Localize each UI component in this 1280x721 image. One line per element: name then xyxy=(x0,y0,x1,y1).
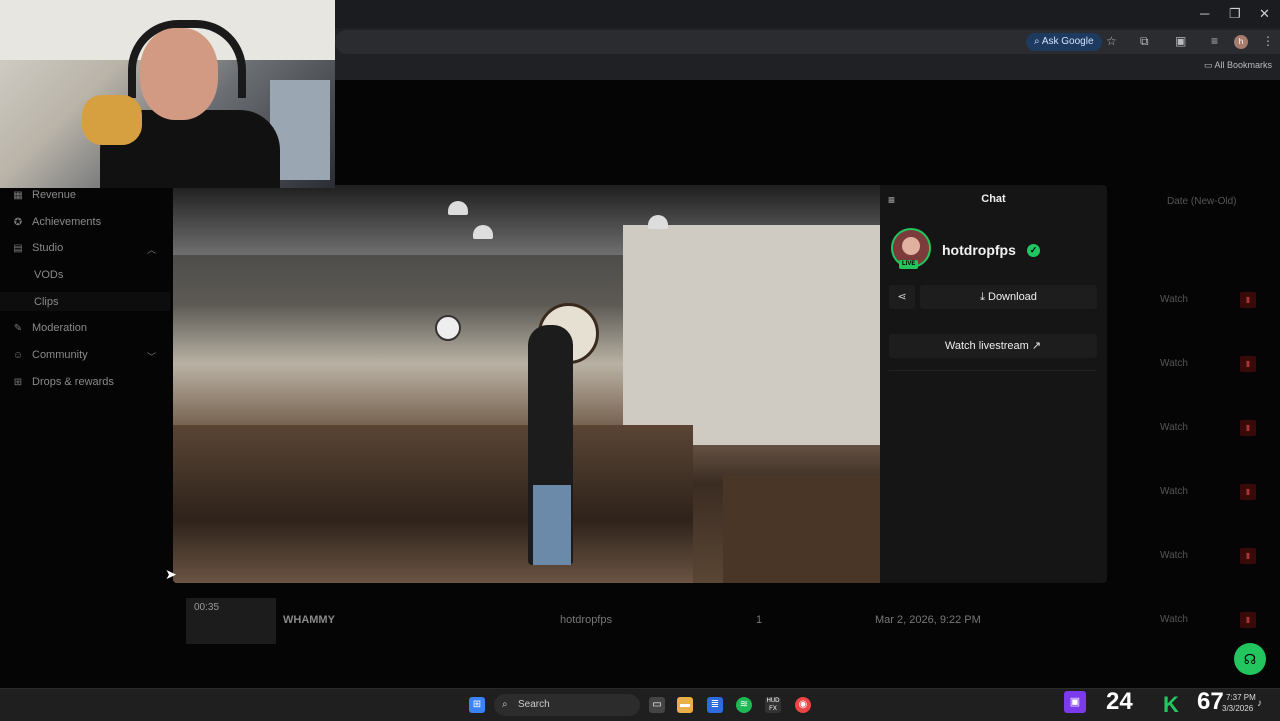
trophy-icon: ✪ xyxy=(13,216,23,228)
watch-link[interactable]: Watch xyxy=(1160,358,1188,369)
clip-thumbnail[interactable]: 00:35 xyxy=(186,598,276,644)
clip-date: Mar 2, 2026, 9:22 PM xyxy=(875,614,981,626)
kick-logo-icon: K xyxy=(1163,692,1179,717)
extensions-icon[interactable]: ⧉ xyxy=(1140,34,1149,49)
trash-icon[interactable]: ▮ xyxy=(1240,356,1256,372)
search-label: Search xyxy=(518,699,550,710)
sidebar-item-vods[interactable]: VODs xyxy=(34,269,63,281)
sidebar-item-label: Moderation xyxy=(32,322,88,334)
folder-icon: ▭ xyxy=(1204,60,1215,70)
help-chat-button[interactable]: ☊ xyxy=(1234,643,1266,675)
media-icon[interactable]: ≡ xyxy=(1211,34,1218,48)
revenue-icon: ▦ xyxy=(13,189,23,201)
trash-icon[interactable]: ▮ xyxy=(1240,292,1256,308)
all-bookmarks-button[interactable]: ▭ All Bookmarks xyxy=(1204,60,1272,71)
split-view-icon[interactable]: ▣ xyxy=(1175,34,1186,48)
sidebar-item-revenue[interactable]: ▦ Revenue xyxy=(12,185,76,205)
trash-icon[interactable]: ▮ xyxy=(1240,612,1256,628)
address-bar[interactable] xyxy=(335,30,1280,54)
sort-dropdown[interactable]: Date (New-Old) xyxy=(1167,196,1236,207)
watch-livestream-button[interactable]: Watch livestream ↗ xyxy=(889,334,1097,358)
chat-header: ≡ Chat xyxy=(880,185,1107,215)
clips-active-highlight xyxy=(0,292,170,311)
clip-count: 1 xyxy=(756,614,763,626)
gift-icon: ⊞ xyxy=(13,376,23,388)
watch-link[interactable]: Watch xyxy=(1160,422,1188,433)
sidebar-item-label: Achievements xyxy=(32,216,102,228)
trash-icon[interactable]: ▮ xyxy=(1240,548,1256,564)
sidebar-item-clips[interactable]: Clips xyxy=(34,296,58,308)
sidebar-item-moderation[interactable]: ✎ Moderation xyxy=(12,318,87,338)
clip-duration: 00:35 xyxy=(194,602,220,613)
verified-icon: ✓ xyxy=(1027,244,1040,257)
all-bookmarks-label: All Bookmarks xyxy=(1214,60,1273,70)
trash-icon[interactable]: ▮ xyxy=(1240,420,1256,436)
clip-channel: hotdropfps xyxy=(560,614,612,626)
windows-start-icon[interactable]: ⊞ xyxy=(469,697,485,713)
sidebar-item-drops[interactable]: ⊞ Drops & rewards xyxy=(12,372,114,392)
ask-google-label: Ask Google xyxy=(1041,36,1094,47)
ask-google-button[interactable]: ⌕ Ask Google xyxy=(1026,33,1102,51)
download-icon: ⤓ xyxy=(980,291,988,303)
stat-left: 24 xyxy=(1106,688,1133,715)
share-icon: ⋖ xyxy=(897,291,907,303)
download-button[interactable]: ⤓ Download xyxy=(920,285,1097,309)
mouse-cursor-icon: ➤ xyxy=(165,566,177,582)
stat-right: 67 xyxy=(1197,688,1224,715)
star-icon[interactable]: ☆ xyxy=(1106,34,1117,48)
taskbar-search[interactable]: ⌕ Search xyxy=(494,694,640,716)
clock-date[interactable]: 3/3/2026 xyxy=(1222,704,1253,713)
community-icon: ☺ xyxy=(12,349,24,361)
headset-icon: ☊ xyxy=(1243,651,1257,667)
share-button[interactable]: ⋖ xyxy=(889,285,915,309)
chrome-icon[interactable]: ◉ xyxy=(795,697,811,713)
task-view-icon[interactable]: ▭ xyxy=(649,697,665,713)
watch-link[interactable]: Watch xyxy=(1160,550,1188,561)
watch-link[interactable]: Watch xyxy=(1160,294,1188,305)
studio-icon: ▤ xyxy=(13,242,23,254)
chat-title: Chat xyxy=(981,193,1006,205)
notification-bell-icon[interactable]: ♪ xyxy=(1257,698,1262,709)
search-icon: ⌕ xyxy=(502,699,508,710)
sidebar-item-label: Community xyxy=(32,349,88,361)
watch-link[interactable]: Watch xyxy=(1160,614,1188,625)
clip-video-player[interactable] xyxy=(173,185,880,583)
clock-time[interactable]: 7:37 PM xyxy=(1226,693,1256,702)
sidebar-item-studio[interactable]: ▤ Studio xyxy=(12,238,63,258)
chat-panel: ≡ Chat LIVE hotdropfps ✓ ⋖ ⤓ Download Wa… xyxy=(880,185,1107,583)
profile-avatar[interactable]: h xyxy=(1234,35,1248,49)
twitch-icon: ▣ xyxy=(1064,691,1086,713)
restore-button[interactable]: ❐ xyxy=(1229,6,1241,22)
sidebar-item-label: Studio xyxy=(32,242,64,254)
clip-modal: ≡ Chat LIVE hotdropfps ✓ ⋖ ⤓ Download Wa… xyxy=(173,185,1107,583)
chevron-down-icon[interactable]: ﹀ xyxy=(147,350,156,363)
external-link-icon: ↗ xyxy=(1028,340,1042,352)
chevron-up-icon[interactable]: ︿ xyxy=(147,243,156,256)
close-button[interactable]: ✕ xyxy=(1259,6,1270,22)
tab-strip xyxy=(335,0,1280,28)
watch-link[interactable]: Watch xyxy=(1160,486,1188,497)
menu-icon[interactable]: ⋮ xyxy=(1262,34,1274,48)
sidebar-item-label: Revenue xyxy=(32,189,77,201)
wrench-icon: ✎ xyxy=(13,322,23,334)
channel-name[interactable]: hotdropfps xyxy=(942,242,1016,258)
webcam-overlay xyxy=(0,0,335,188)
download-label: Download xyxy=(988,291,1037,303)
file-explorer-icon[interactable]: ▬ xyxy=(677,697,693,713)
sidebar-item-achievements[interactable]: ✪ Achievements xyxy=(12,212,101,232)
notepad-icon[interactable]: ≣ xyxy=(707,697,723,713)
minimize-button[interactable]: ─ xyxy=(1200,6,1209,21)
trash-icon[interactable]: ▮ xyxy=(1240,484,1256,500)
hud-fx-icon[interactable]: HUD FX xyxy=(765,697,781,713)
taskbar: ⊞ ⌕ Search ▭ ▬ ≣ ≋ HUD FX ◉ xyxy=(0,688,1280,721)
sidebar-item-community[interactable]: ☺ Community xyxy=(12,345,88,365)
sidebar-item-label: Drops & rewards xyxy=(32,376,114,388)
live-badge: LIVE xyxy=(899,260,919,269)
watch-livestream-label: Watch livestream xyxy=(944,340,1029,352)
wall-clock xyxy=(435,315,461,341)
clip-title[interactable]: WHAMMY xyxy=(283,614,335,626)
google-lens-icon: ⌕ xyxy=(1034,36,1042,47)
spotify-icon[interactable]: ≋ xyxy=(736,697,752,713)
